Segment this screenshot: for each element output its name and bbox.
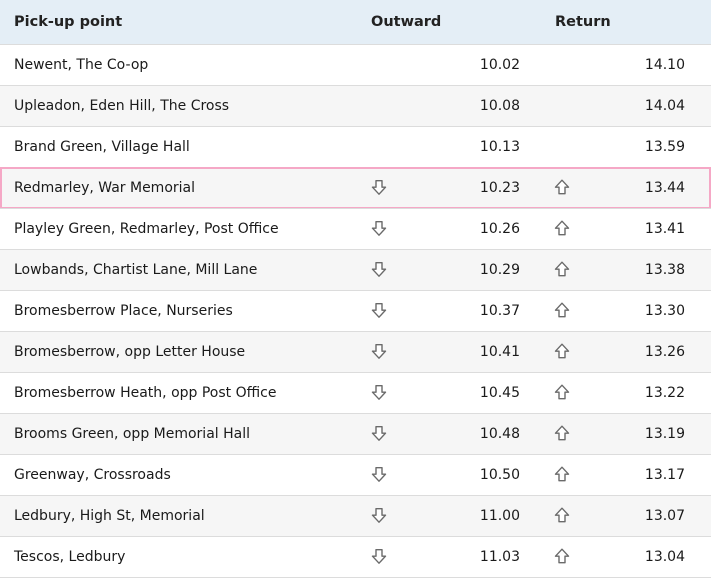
outward-time: 10.02	[479, 57, 520, 73]
return-time: 13.44	[644, 180, 685, 196]
arrow-down-icon	[371, 179, 387, 195]
table-row: Bromesberrow Heath, opp Post Office 10.4…	[0, 372, 711, 413]
arrow-down-icon	[371, 261, 387, 277]
pickup-point-name: Upleadon, Eden Hill, The Cross	[14, 98, 230, 114]
arrow-down-icon	[371, 384, 387, 400]
arrow-up-icon	[554, 343, 570, 359]
arrow-up-icon	[554, 384, 570, 400]
timetable-header: Pick-up point Outward Return	[0, 0, 711, 44]
outward-time: 10.23	[479, 180, 520, 196]
return-time: 13.26	[644, 344, 685, 360]
table-row: Upleadon, Eden Hill, The Cross 10.08 14.…	[0, 85, 711, 126]
arrow-up-icon	[554, 261, 570, 277]
outward-time: 10.41	[479, 344, 520, 360]
return-time: 13.38	[644, 262, 685, 278]
outward-time: 10.37	[479, 303, 520, 319]
arrow-down-icon	[371, 425, 387, 441]
outward-time: 10.13	[479, 139, 520, 155]
arrow-down-icon	[371, 220, 387, 236]
arrow-up-icon	[554, 548, 570, 564]
pickup-point-name: Bromesberrow, opp Letter House	[14, 344, 246, 360]
outward-time: 11.03	[479, 549, 520, 565]
arrow-up-icon	[554, 425, 570, 441]
outward-time: 10.26	[479, 221, 520, 237]
table-row: Greenway, Crossroads 10.50 13.17	[0, 454, 711, 495]
arrow-up-icon	[554, 179, 570, 195]
outward-time: 10.50	[479, 467, 520, 483]
table-row: Bromesberrow Place, Nurseries 10.37 13.3…	[0, 290, 711, 331]
arrow-down-icon	[371, 343, 387, 359]
outward-time: 10.48	[479, 426, 520, 442]
outward-time: 10.08	[479, 98, 520, 114]
return-time: 13.17	[644, 467, 685, 483]
arrow-up-icon	[554, 507, 570, 523]
timetable-rows: Newent, The Co-op 10.02 14.10 Upleadon, …	[0, 44, 711, 578]
pickup-point-name: Bromesberrow Heath, opp Post Office	[14, 385, 277, 401]
header-return: Return	[555, 14, 611, 30]
table-row: Lowbands, Chartist Lane, Mill Lane 10.29…	[0, 249, 711, 290]
outward-time: 10.29	[479, 262, 520, 278]
return-time: 13.41	[644, 221, 685, 237]
return-time: 13.30	[644, 303, 685, 319]
header-outward: Outward	[371, 14, 442, 30]
arrow-up-icon	[554, 466, 570, 482]
return-time: 14.04	[644, 98, 685, 114]
table-row: Newent, The Co-op 10.02 14.10	[0, 44, 711, 85]
table-row: Bromesberrow, opp Letter House 10.41 13.…	[0, 331, 711, 372]
pickup-point-name: Greenway, Crossroads	[14, 467, 171, 483]
pickup-point-name: Ledbury, High St, Memorial	[14, 508, 205, 524]
timetable: Pick-up point Outward Return Newent, The…	[0, 0, 711, 578]
return-time: 13.19	[644, 426, 685, 442]
pickup-point-name: Bromesberrow Place, Nurseries	[14, 303, 233, 319]
return-time: 14.10	[644, 57, 685, 73]
return-time: 13.04	[644, 549, 685, 565]
pickup-point-name: Playley Green, Redmarley, Post Office	[14, 221, 279, 237]
arrow-down-icon	[371, 548, 387, 564]
table-row: Ledbury, High St, Memorial 11.00 13.07	[0, 495, 711, 536]
arrow-down-icon	[371, 302, 387, 318]
header-pickup-point: Pick-up point	[14, 14, 123, 30]
table-row-highlighted: Redmarley, War Memorial 10.23 13.44	[0, 167, 711, 209]
pickup-point-name: Newent, The Co-op	[14, 57, 149, 73]
table-row: Brooms Green, opp Memorial Hall 10.48 13…	[0, 413, 711, 454]
pickup-point-name: Brand Green, Village Hall	[14, 139, 190, 155]
arrow-up-icon	[554, 302, 570, 318]
arrow-down-icon	[371, 466, 387, 482]
table-row: Playley Green, Redmarley, Post Office 10…	[0, 208, 711, 249]
pickup-point-name: Redmarley, War Memorial	[14, 180, 196, 196]
pickup-point-name: Brooms Green, opp Memorial Hall	[14, 426, 250, 442]
arrow-down-icon	[371, 507, 387, 523]
return-time: 13.59	[644, 139, 685, 155]
table-row: Tescos, Ledbury 11.03 13.04	[0, 536, 711, 578]
return-time: 13.22	[644, 385, 685, 401]
outward-time: 10.45	[479, 385, 520, 401]
pickup-point-name: Tescos, Ledbury	[14, 549, 126, 565]
arrow-up-icon	[554, 220, 570, 236]
outward-time: 11.00	[479, 508, 520, 524]
pickup-point-name: Lowbands, Chartist Lane, Mill Lane	[14, 262, 258, 278]
return-time: 13.07	[644, 508, 685, 524]
table-row: Brand Green, Village Hall 10.13 13.59	[0, 126, 711, 167]
